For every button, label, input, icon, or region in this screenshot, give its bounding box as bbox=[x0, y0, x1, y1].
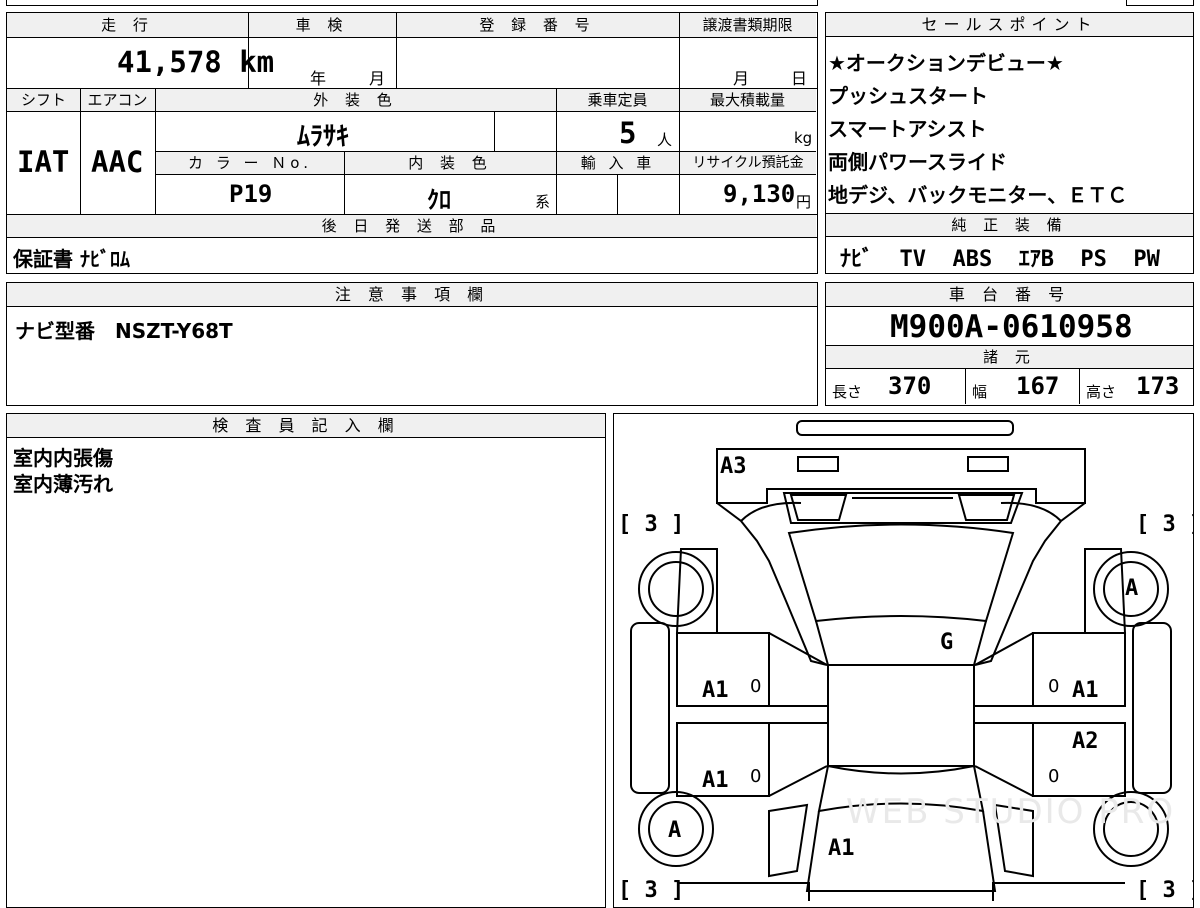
tire-fl-mark: [ 3 ] bbox=[618, 512, 685, 537]
left-rear-door-zero: 0 bbox=[750, 766, 762, 787]
wheel-rl-mark: A bbox=[668, 818, 682, 843]
ac-value: AAC bbox=[91, 145, 144, 179]
car-body-diagram bbox=[630, 420, 1172, 901]
shaken-year: 年 bbox=[310, 69, 327, 88]
recycle-unit: 円 bbox=[796, 193, 812, 211]
import-header: 輸 入 車 bbox=[557, 152, 679, 174]
width-label: 幅 bbox=[972, 383, 988, 401]
sales-points-panel: セールスポイント ★オークションデビュー★ プッシュスタート スマートアシスト … bbox=[825, 12, 1194, 274]
capacity-unit: 人 bbox=[657, 131, 673, 149]
ext-color-value: ﾑﾗｻｷ bbox=[297, 122, 350, 152]
int-color-value: ｸﾛ bbox=[427, 186, 451, 214]
top-strip bbox=[6, 0, 818, 6]
specs-header: 諸 元 bbox=[826, 346, 1193, 368]
recycle-value: 9,130 bbox=[723, 180, 796, 208]
height-value: 173 bbox=[1136, 372, 1180, 400]
height-label: 高さ bbox=[1086, 383, 1117, 401]
watermark: WEB STUDIO PRO bbox=[846, 792, 1176, 832]
tire-fr-mark: [ 3 ] bbox=[1136, 512, 1193, 537]
max-load-unit: kg bbox=[794, 129, 813, 147]
shift-header: シフト bbox=[7, 89, 80, 111]
sales-point-item: 両側パワースライド bbox=[828, 150, 1007, 174]
shaken-header: 車 検 bbox=[248, 13, 396, 37]
ac-header: エアコン bbox=[80, 89, 155, 111]
chassis-panel: 車 台 番 号 M900A-0610958 諸 元 長さ 370 幅 167 高… bbox=[825, 282, 1194, 406]
left-front-door-mark: A1 bbox=[702, 678, 729, 703]
top-strip-right bbox=[1126, 0, 1194, 6]
tire-rr-mark: [ 3 ] bbox=[1136, 878, 1193, 903]
mileage-value: 41,578 km bbox=[117, 45, 275, 79]
genuine-equipment-value: ﾅﾋﾞ TV ABS ｴｱB PS PW bbox=[840, 247, 1160, 272]
genuine-equipment-header: 純 正 装 備 bbox=[826, 214, 1193, 236]
right-front-door-mark: A1 bbox=[1072, 678, 1099, 703]
later-parts-value: 保証書 ﾅﾋﾞﾛﾑ bbox=[13, 247, 130, 271]
width-value: 167 bbox=[1016, 372, 1060, 400]
shaken-month: 月 bbox=[369, 69, 386, 88]
int-color-suffix: 系 bbox=[535, 193, 551, 211]
recycle-header: リサイクル預託金 bbox=[680, 152, 816, 174]
transfer-day: 日 bbox=[791, 69, 808, 88]
notes-value: ナビ型番 NSZT-Y68T bbox=[15, 319, 233, 343]
ext-color-header: 外 装 色 bbox=[155, 89, 556, 111]
wheel-fr-mark: A bbox=[1125, 576, 1139, 601]
left-rear-door-mark: A1 bbox=[702, 768, 729, 793]
tire-rl-mark: [ 3 ] bbox=[618, 878, 685, 903]
sales-point-item: ★オークションデビュー★ bbox=[828, 51, 1064, 75]
color-no-header: カ ラ ー Ｎo. bbox=[156, 152, 344, 174]
sales-point-item: 地デジ、バックモニター、ＥＴＣ bbox=[828, 183, 1128, 207]
length-label: 長さ bbox=[832, 383, 863, 401]
transfer-deadline-header: 譲渡書類期限 bbox=[679, 13, 816, 37]
windshield-mark: G bbox=[940, 630, 954, 655]
right-front-door-zero: 0 bbox=[1048, 676, 1060, 697]
rear-gate-mark: A1 bbox=[828, 836, 855, 861]
notes-panel: 注 意 事 項 欄 ナビ型番 NSZT-Y68T bbox=[6, 282, 818, 406]
chassis-header: 車 台 番 号 bbox=[826, 283, 1193, 307]
capacity-value: 5 bbox=[619, 116, 637, 150]
color-no-value: P19 bbox=[229, 180, 273, 208]
registration-header: 登 録 番 号 bbox=[396, 13, 679, 37]
front-bumper-mark: A3 bbox=[720, 454, 747, 479]
max-load-header: 最大積載量 bbox=[679, 89, 816, 111]
inspector-line: 室内薄汚れ bbox=[13, 472, 113, 496]
car-diagram-panel: WEB STUDIO PRO A3 [ 3 ] [ 3 ] [ 3 ] [ 3 … bbox=[613, 413, 1194, 908]
transfer-month: 月 bbox=[733, 69, 750, 88]
vehicle-info-table: 走 行 車 検 登 録 番 号 譲渡書類期限 41,578 km 年 月 月 日… bbox=[6, 12, 818, 274]
inspector-header: 検 査 員 記 入 欄 bbox=[7, 414, 605, 438]
int-color-header: 内 装 色 bbox=[345, 152, 556, 174]
right-rear-door-zero: 0 bbox=[1048, 766, 1060, 787]
sales-point-item: プッシュスタート bbox=[828, 84, 988, 108]
right-rear-door-mark: A2 bbox=[1072, 729, 1099, 754]
chassis-number: M900A-0610958 bbox=[890, 309, 1133, 345]
capacity-header: 乗車定員 bbox=[556, 89, 679, 111]
sales-point-item: スマートアシスト bbox=[828, 117, 987, 141]
inspector-panel: 検 査 員 記 入 欄 室内内張傷 室内薄汚れ bbox=[6, 413, 606, 908]
inspector-line: 室内内張傷 bbox=[13, 446, 113, 470]
shift-value: IAT bbox=[17, 145, 70, 179]
left-front-door-zero: 0 bbox=[750, 676, 762, 697]
mileage-header: 走 行 bbox=[7, 13, 248, 37]
length-value: 370 bbox=[888, 372, 932, 400]
notes-header: 注 意 事 項 欄 bbox=[7, 283, 817, 307]
later-parts-header: 後 日 発 送 部 品 bbox=[7, 215, 816, 237]
sales-points-header: セールスポイント bbox=[826, 13, 1193, 37]
